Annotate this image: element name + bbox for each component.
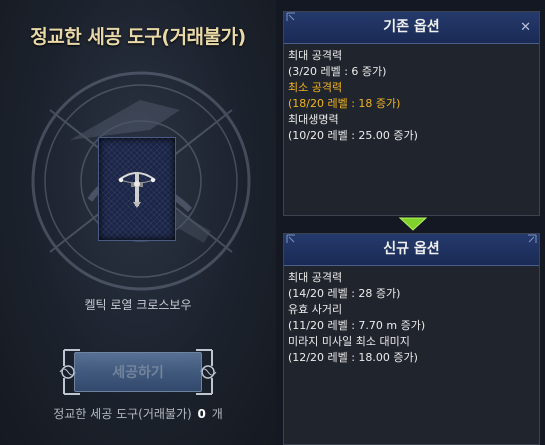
option-line-highlighted: 최소 공격력 [288, 81, 343, 94]
option-line: 최대생명력 [288, 113, 339, 126]
existing-options-title: 기존 옵션 [383, 19, 440, 35]
option-line: 최대 공격력 [288, 49, 343, 62]
option-line: (12/20 레벨 : 18.00 증가) [288, 351, 418, 364]
tool-count: 정교한 세공 도구(거래불가) 0 개 [0, 405, 276, 422]
crafting-panel: 정교한 세공 도구(거래불가) 켈틱 로열 크로스보우 세공하기 정교한 세공 [0, 0, 276, 445]
tool-count-label: 정교한 세공 도구(거래불가) [53, 407, 192, 421]
crossbow-icon [118, 172, 156, 208]
option-line: (14/20 레벨 : 28 증가) [288, 287, 401, 300]
option-line: 유효 사거리 [288, 303, 343, 316]
close-icon[interactable]: ✕ [520, 12, 531, 43]
item-name: 켈틱 로열 크로스보우 [84, 298, 192, 312]
corner-ornament-icon [286, 234, 295, 243]
tool-title: 정교한 세공 도구(거래불가) [30, 26, 246, 48]
option-line: 미라지 미사일 최소 대미지 [288, 335, 410, 348]
existing-options-panel: 기존 옵션 ✕ 최대 공격력 (3/20 레벨 : 6 증가) 최소 공격력 (… [283, 11, 540, 216]
option-line: (10/20 레벨 : 25.00 증가) [288, 129, 418, 142]
corner-ornament-icon [286, 12, 295, 21]
item-slot[interactable] [98, 137, 176, 241]
option-line: (3/20 레벨 : 6 증가) [288, 65, 387, 78]
new-options-panel: 신규 옵션 최대 공격력 (14/20 레벨 : 28 증가) 유효 사거리 (… [283, 233, 540, 445]
new-options-title: 신규 옵션 [383, 241, 440, 257]
arrow-down-icon [398, 217, 428, 231]
option-line-highlighted: (18/20 레벨 : 18 증가) [288, 97, 401, 110]
new-options-list: 최대 공격력 (14/20 레벨 : 28 증가) 유효 사거리 (11/20 … [284, 266, 539, 366]
option-line: 최대 공격력 [288, 271, 343, 284]
tool-count-value: 0 [197, 407, 206, 421]
tool-count-unit: 개 [211, 407, 223, 421]
craft-button[interactable]: 세공하기 [74, 352, 202, 392]
new-options-header: 신규 옵션 [284, 234, 539, 266]
corner-ornament-icon [528, 234, 537, 243]
existing-options-list: 최대 공격력 (3/20 레벨 : 6 증가) 최소 공격력 (18/20 레벨… [284, 44, 539, 144]
option-line: (11/20 레벨 : 7.70 m 증가) [288, 319, 426, 332]
existing-options-header: 기존 옵션 ✕ [284, 12, 539, 44]
